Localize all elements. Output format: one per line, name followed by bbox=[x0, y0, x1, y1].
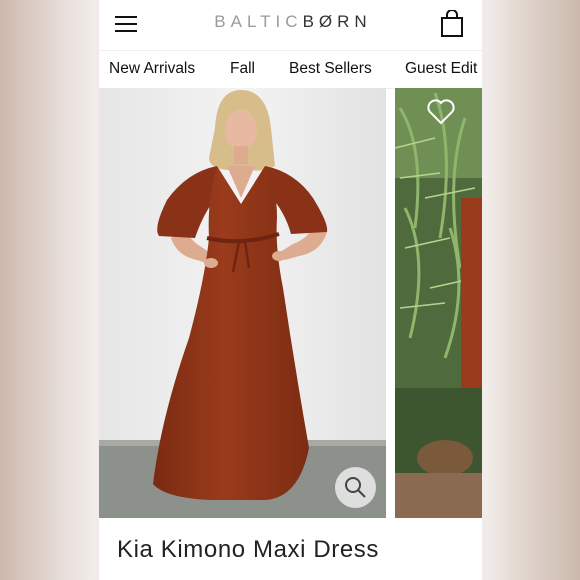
nav-item-guest-edit[interactable]: Guest Edit bbox=[405, 60, 477, 78]
brand-logo-right: BØRN bbox=[302, 12, 372, 31]
nav-item-new-arrivals[interactable]: New Arrivals bbox=[109, 60, 195, 78]
nav-item-best-sellers[interactable]: Best Sellers bbox=[289, 60, 372, 78]
product-photo-next[interactable] bbox=[395, 88, 482, 518]
product-photo-main[interactable] bbox=[99, 88, 386, 518]
phone-screen: BALTICBØRN New Arrivals Fall Best Seller… bbox=[99, 0, 482, 580]
magnifier-icon bbox=[345, 477, 366, 498]
category-nav: New Arrivals Fall Best Sellers Guest Edi… bbox=[99, 50, 482, 89]
nav-item-fall[interactable]: Fall bbox=[230, 60, 255, 78]
heart-icon[interactable] bbox=[426, 98, 456, 126]
brand-logo-left: BALTIC bbox=[214, 12, 303, 31]
product-title: Kia Kimono Maxi Dress bbox=[117, 536, 380, 563]
hamburger-menu-icon[interactable] bbox=[115, 14, 137, 34]
zoom-button[interactable] bbox=[335, 467, 376, 508]
brand-logo[interactable]: BALTICBØRN bbox=[183, 12, 403, 32]
shopping-bag-icon[interactable] bbox=[439, 9, 465, 38]
top-bar: BALTICBØRN bbox=[99, 0, 482, 50]
